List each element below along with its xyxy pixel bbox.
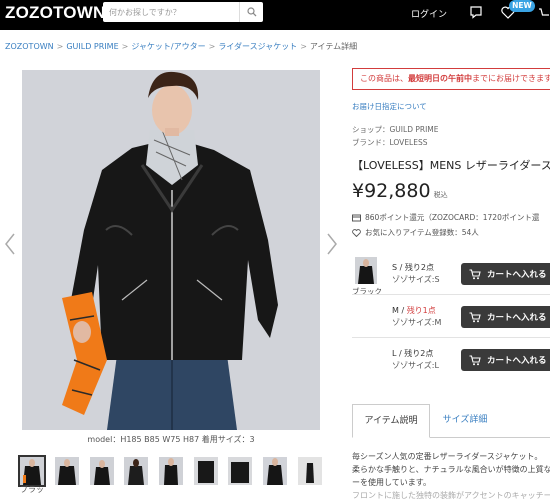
thumbnail[interactable]: [298, 457, 322, 485]
card-icon: [352, 214, 361, 221]
size-s-label: S /: [392, 263, 405, 272]
add-to-cart-l-button[interactable]: カートへ入れる: [461, 349, 550, 371]
thumbnail[interactable]: [263, 457, 287, 485]
breadcrumb-home[interactable]: ZOZOTOWN: [5, 42, 54, 51]
breadcrumb-separator: >: [300, 42, 307, 51]
description-line: 毎シーズン人気の定番レザーライダースジャケット。: [352, 452, 543, 461]
description-line: フロントに施した独特の装飾がアクセントのキャッチーなデザイン: [352, 491, 550, 500]
heart-outline-icon: [352, 228, 361, 237]
breadcrumb-shop[interactable]: GUILD PRIME: [66, 42, 118, 51]
divider: [352, 294, 550, 295]
size-l-stock: L / 残り2点: [392, 348, 433, 359]
notice-highlight: 最短明日の午前中: [408, 74, 472, 83]
search-input[interactable]: [103, 2, 239, 22]
product-price: ¥92,880 税込: [352, 180, 448, 202]
search-box[interactable]: [103, 2, 263, 22]
cart-header-icon[interactable]: [538, 7, 550, 19]
breadcrumb-separator: >: [56, 42, 64, 51]
color-name: ブラック: [352, 287, 382, 296]
delivery-notice: この商品は、最短明日の午前中までにお届けできます: [352, 68, 550, 90]
thumbnail[interactable]: [228, 457, 252, 485]
favorites-info[interactable]: お気に入りアイテム登録数：54人: [352, 227, 479, 238]
size-l-remaining: 残り2点: [404, 349, 434, 358]
tax-label: 税込: [433, 191, 448, 199]
next-image-arrow[interactable]: [326, 233, 338, 255]
tab-description[interactable]: アイテム説明: [352, 404, 430, 438]
chat-icon[interactable]: [469, 5, 483, 19]
size-s-remaining: 残り2点: [404, 263, 434, 272]
favorites-text: お気に入りアイテム登録数：54人: [365, 228, 479, 237]
cart-icon: [469, 311, 481, 322]
thumbnail[interactable]: [90, 457, 114, 485]
price-value: ¥92,880: [352, 180, 431, 202]
notice-suffix: までにお届けできます: [472, 74, 550, 83]
size-l-label: L /: [392, 349, 405, 358]
size-m-remaining: 残り1点: [406, 306, 436, 315]
thumbnail[interactable]: [55, 457, 79, 485]
notice-prefix: この商品は、: [360, 74, 408, 83]
model-info: model：H185 B85 W75 H87 着用サイズ：3: [87, 435, 255, 444]
points-text: 860ポイント還元（ZOZOCARD：1720ポイント還: [365, 213, 540, 222]
search-button[interactable]: [239, 2, 263, 22]
points-info: 860ポイント還元（ZOZOCARD：1720ポイント還: [352, 212, 539, 223]
new-badge: NEW: [509, 0, 535, 12]
thumbnail[interactable]: [18, 455, 46, 487]
thumbnail[interactable]: [124, 457, 148, 485]
size-s-zozo: ゾゾサイズ:S: [392, 275, 440, 284]
main-product-image: [22, 70, 320, 430]
thumbnail[interactable]: [159, 457, 183, 485]
description-line: 柔らかな手触りと、ナチュラルな風合いが特徴の上質なラム: [352, 465, 550, 474]
size-m-stock: M / 残り1点: [392, 305, 436, 316]
breadcrumb: ZOZOTOWN > GUILD PRIME > ジャケット/アウター > ライダースジャケ…: [5, 41, 357, 52]
product-title: 【LOVELESS】MENS レザーライダース: [352, 159, 550, 172]
prev-image-arrow[interactable]: [4, 233, 16, 255]
color-swatch[interactable]: [355, 257, 377, 284]
size-l-zozo: ゾゾサイズ:L: [392, 361, 439, 370]
cart-icon: [469, 268, 481, 279]
breadcrumb-current: アイテム詳細: [309, 42, 358, 51]
thumbnail-color-label: ブラッ: [20, 485, 44, 494]
delivery-date-link[interactable]: お届け日指定について: [352, 101, 427, 112]
add-to-cart-s-button[interactable]: カートへ入れる: [461, 263, 550, 285]
add-to-cart-m-button[interactable]: カートへ入れる: [461, 306, 550, 328]
zozotown-logo[interactable]: ZOZOTOWN: [5, 3, 105, 23]
shop-name[interactable]: ショップ：GUILD PRIME: [352, 124, 439, 135]
brand-name[interactable]: ブランド：LOVELESS: [352, 137, 428, 148]
login-link[interactable]: ログイン: [411, 7, 447, 20]
divider: [352, 337, 550, 338]
breadcrumb-category[interactable]: ジャケット/アウター: [131, 42, 205, 51]
breadcrumb-separator: >: [208, 42, 216, 51]
description-line: ーを使用しています。: [352, 478, 431, 487]
item-description: 毎シーズン人気の定番レザーライダースジャケット。 柔らかな手触りと、ナチュラルな…: [352, 450, 550, 502]
cart-label: カートへ入れる: [487, 313, 547, 323]
thumbnail[interactable]: [194, 457, 218, 485]
size-m-zozo: ゾゾサイズ:M: [392, 318, 442, 327]
info-tabs: アイテム説明 サイズ詳細: [352, 404, 550, 438]
tab-size-details[interactable]: サイズ詳細: [430, 404, 500, 438]
breadcrumb-separator: >: [121, 42, 129, 51]
cart-label: カートへ入れる: [487, 356, 547, 366]
breadcrumb-subcategory[interactable]: ライダースジャケット: [218, 42, 297, 51]
model-illustration: [22, 70, 320, 430]
size-m-label: M /: [392, 306, 407, 315]
size-s-stock: S / 残り2点: [392, 262, 434, 273]
global-header: ZOZOTOWN ログイン NEW: [0, 0, 550, 30]
cart-icon: [469, 354, 481, 365]
cart-label: カートへ入れる: [487, 270, 547, 280]
search-icon: [246, 7, 256, 17]
